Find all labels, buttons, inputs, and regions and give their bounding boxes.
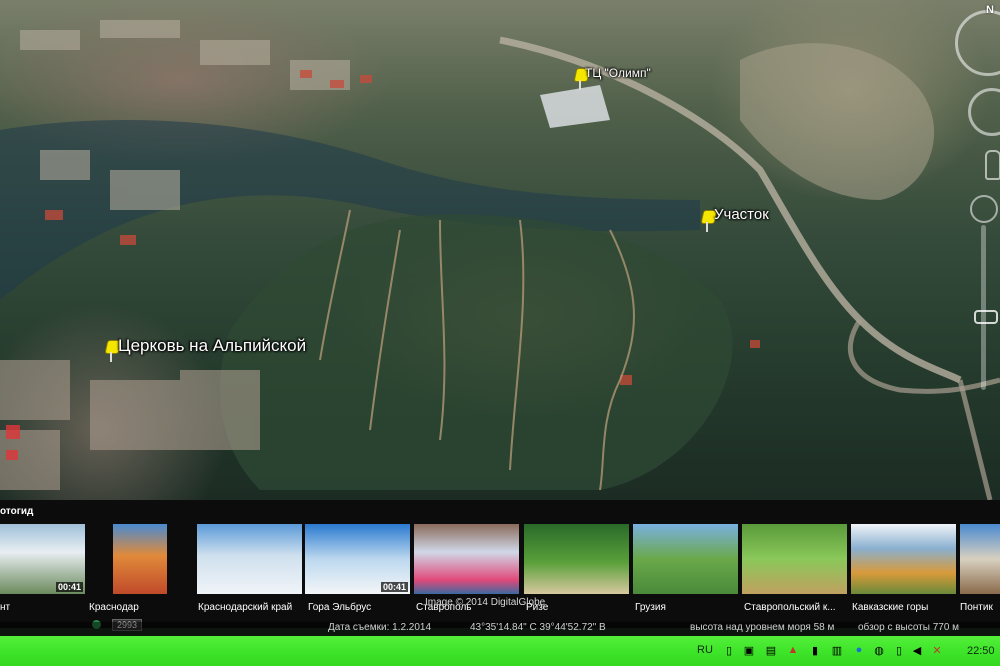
thumbnail-9[interactable]	[960, 524, 1000, 594]
imagery-copyright: Image © 2014 DigitalGlobe	[425, 597, 546, 608]
map-view[interactable]: ТЦ "Олимп" Участок Церковь на Альпийской…	[0, 0, 1000, 500]
thumbnail-label[interactable]: Понтик	[960, 602, 993, 613]
signal-icon[interactable]: ▥	[830, 643, 844, 657]
battery-icon[interactable]: ▯	[892, 643, 906, 657]
street-view-pegman-icon[interactable]	[985, 150, 1000, 180]
terrain-imagery	[0, 20, 1000, 500]
thumbnail-label[interactable]: Грузия	[635, 602, 666, 613]
thumbnail-label[interactable]: Гора Эльбрус	[308, 602, 371, 613]
placemark-label-plot[interactable]: Участок	[714, 206, 769, 223]
zoom-in-button[interactable]	[970, 195, 998, 223]
thumbnail-label[interactable]: Кавказские горы	[852, 602, 928, 613]
thumbnail-1[interactable]	[113, 524, 167, 594]
cursor-coordinates: 43°35'14.84" С 39°44'52.72" В	[470, 622, 606, 633]
warning-icon[interactable]: ▲	[786, 643, 800, 657]
zoom-slider-thumb[interactable]	[974, 310, 998, 324]
ground-elevation: высота над уровнем моря 58 м	[690, 622, 835, 633]
eye-altitude: обзор с высоты 770 м	[858, 622, 960, 633]
duration-badge: 00:41	[380, 582, 408, 592]
thumbnail-label[interactable]: нт	[0, 602, 10, 613]
system-clock[interactable]: 22:50	[967, 645, 995, 657]
thumbnail-4[interactable]	[414, 524, 519, 594]
placemark-label-olimp[interactable]: ТЦ "Олимп"	[585, 66, 651, 80]
thumbnail-label[interactable]: Краснодар	[89, 602, 139, 613]
thumbnail-8[interactable]	[851, 524, 956, 594]
window-tray-icon[interactable]: ▤	[764, 643, 778, 657]
photo-tour-strip: отогид 00:41 00:41 нт Краснодар Краснода…	[0, 500, 1000, 631]
thumbnail-6[interactable]	[633, 524, 738, 594]
skype-icon[interactable]: ●	[852, 643, 866, 657]
map-status-bar: Дата съемки: 1.2.2014 43°35'14.84" С 39°…	[0, 622, 1000, 636]
windows-taskbar: RU ▯ ▣ ▤ ▲ ▮ ▥ ● ◍ ▯ ◀ ✕ 22:50	[0, 636, 1000, 666]
volume-icon[interactable]: ◀	[910, 643, 924, 657]
network-disconnected-icon[interactable]: ✕	[930, 643, 944, 657]
imagery-date: Дата съемки: 1.2.2014	[328, 622, 432, 633]
placemark-label-church[interactable]: Церковь на Альпийской	[118, 336, 306, 356]
strip-title: отогид	[0, 506, 34, 517]
sync-icon[interactable]: ◍	[872, 643, 886, 657]
thumbnail-5[interactable]	[524, 524, 629, 594]
app-tray-icon[interactable]: ▣	[742, 643, 756, 657]
thumbnail-label[interactable]: Ставропольский к...	[744, 602, 836, 613]
thumbnail-2[interactable]	[197, 524, 302, 594]
duration-badge: 00:41	[55, 582, 83, 592]
language-indicator[interactable]: RU	[697, 644, 713, 656]
thumbnail-7[interactable]	[742, 524, 847, 594]
thumbnail-0[interactable]: 00:41	[0, 524, 85, 594]
network-icon[interactable]: ▮	[808, 643, 822, 657]
compass-north-label: N	[986, 4, 994, 16]
keyboard-icon[interactable]: ▯	[722, 643, 736, 657]
thumbnail-3[interactable]: 00:41	[305, 524, 410, 594]
zoom-slider[interactable]	[981, 225, 986, 390]
thumbnail-label[interactable]: Краснодарский край	[198, 602, 292, 613]
